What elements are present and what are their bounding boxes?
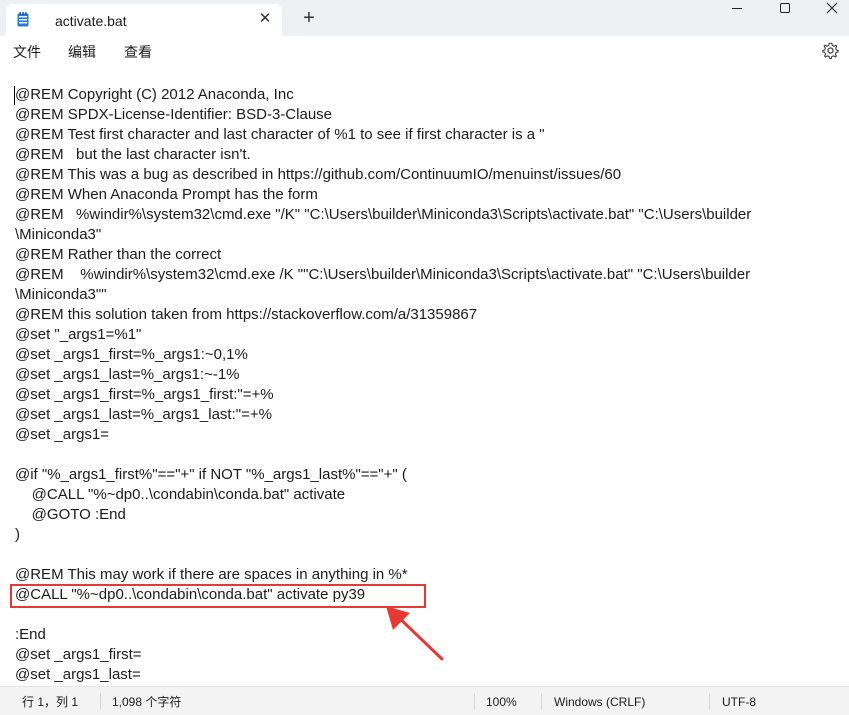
editor-line: @REM This may work if there are spaces i… [15, 566, 408, 583]
status-divider [709, 693, 710, 710]
menu-file[interactable]: 文件 [13, 43, 41, 61]
editor-line: @set _args1_last=%_args1_last:"=+% [15, 406, 272, 423]
editor-line: @REM Test first character and last chara… [15, 126, 545, 143]
editor-line: ) [15, 526, 20, 543]
encoding[interactable]: UTF-8 [722, 695, 756, 709]
editor-line: @REM SPDX-License-Identifier: BSD-3-Clau… [15, 106, 332, 123]
line-ending[interactable]: Windows (CRLF) [554, 695, 645, 709]
highlight-box [10, 584, 426, 608]
editor-line: @CALL "%~dp0..\condabin\conda.bat" activ… [15, 486, 346, 503]
minimize-button[interactable] [714, 0, 760, 32]
text-editor[interactable]: @REM Copyright (C) 2012 Anaconda, Inc @R… [0, 68, 849, 686]
editor-line: @REM this solution taken from https://st… [15, 306, 478, 323]
menu-edit[interactable]: 编辑 [68, 43, 96, 61]
editor-line: @REM but the last character isn't. [15, 146, 251, 163]
editor-line: @REM Copyright (C) 2012 Anaconda, Inc [15, 86, 294, 103]
status-bar: 行 1，列 1 1,098 个字符 100% Windows (CRLF) UT… [0, 686, 849, 715]
editor-line [15, 445, 751, 465]
editor-line: \Miniconda3" [15, 226, 102, 243]
editor-line: @REM %windir%\system32\cmd.exe "/K" "C:\… [15, 206, 752, 223]
close-window-button[interactable] [808, 0, 849, 32]
tab-close-icon[interactable]: ✕ [256, 10, 274, 28]
character-count: 1,098 个字符 [112, 695, 182, 709]
editor-line: @set _args1_first=%_args1:~0,1% [15, 346, 248, 363]
editor-line: @set _args1_first=%_args1_first:"=+% [15, 386, 274, 403]
minimize-icon [732, 8, 742, 9]
status-divider [541, 693, 542, 710]
settings-gear-icon[interactable] [822, 42, 839, 59]
cursor-position[interactable]: 行 1，列 1 [22, 695, 78, 709]
editor-line: @REM %windir%\system32\cmd.exe /K ""C:\U… [15, 266, 751, 283]
status-divider [100, 693, 101, 710]
close-icon [826, 2, 837, 14]
editor-line: @set "_args1=%1" [15, 326, 142, 343]
editor-line: @GOTO :End [15, 506, 126, 523]
notepad-icon [17, 12, 29, 27]
title-bar: activate.bat ✕ + [0, 0, 849, 36]
editor-line: @REM This was a bug as described in http… [15, 166, 622, 183]
editor-line: @REM When Anaconda Prompt has the form [15, 186, 318, 203]
maximize-button[interactable] [762, 0, 808, 32]
editor-line: @set _args1= [15, 426, 110, 443]
editor-line: @REM Rather than the correct [15, 246, 222, 263]
new-tab-button[interactable]: + [298, 8, 320, 30]
editor-line [15, 545, 751, 565]
tab-title: activate.bat [55, 13, 127, 29]
editor-line: \Miniconda3"" [15, 286, 107, 303]
notepad-window: activate.bat ✕ + 文件 编辑 查看 @REM Copyright… [0, 0, 849, 715]
annotation-arrow [386, 606, 444, 661]
status-divider [474, 693, 475, 710]
menu-bar: 文件 编辑 查看 [0, 36, 849, 68]
editor-line: @set _args1_last= [15, 666, 141, 683]
editor-line: @set _args1_last=%_args1:~-1% [15, 366, 240, 383]
maximize-icon [780, 3, 790, 13]
editor-line: @if "%_args1_first%"=="+" if NOT "%_args… [15, 466, 407, 483]
zoom-level[interactable]: 100% [486, 695, 517, 709]
tab-activate-bat[interactable]: activate.bat ✕ [6, 4, 282, 36]
menu-view[interactable]: 查看 [124, 43, 152, 61]
